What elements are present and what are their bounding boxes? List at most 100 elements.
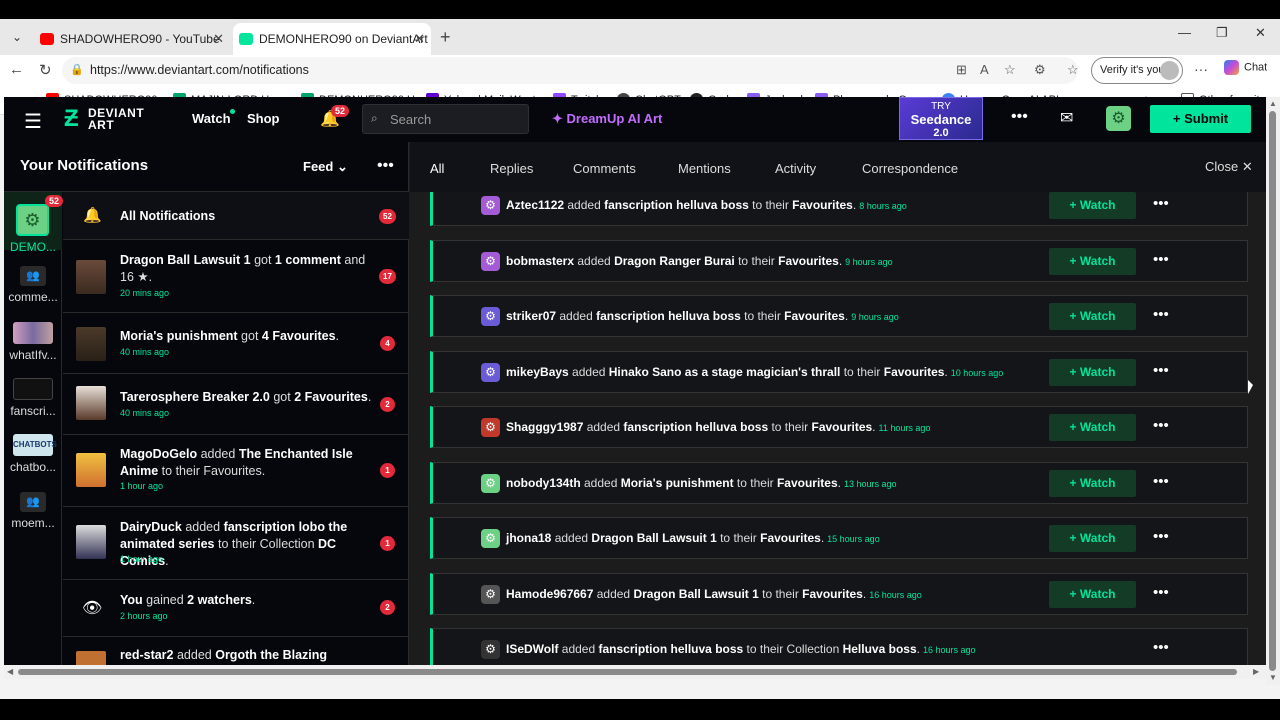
collection-link[interactable]: Favourites: [778, 254, 839, 268]
browser-menu-icon[interactable]: ···: [1194, 61, 1208, 77]
favorites-icon[interactable]: ☆: [1067, 62, 1079, 78]
rail-item-comments[interactable]: 👥 comme...: [4, 266, 62, 304]
list-item[interactable]: Tarerosphere Breaker 2.0 got 2 Favourite…: [63, 374, 409, 435]
list-item-all-notifications[interactable]: 🔔 All Notifications 52: [63, 192, 409, 240]
scroll-left-arrow[interactable]: ◀: [7, 667, 13, 676]
tab-deviantart[interactable]: DEMONHERO90 on DeviantArt ✕: [233, 23, 431, 55]
username-link[interactable]: striker07: [506, 309, 556, 323]
notification-card[interactable]: ⚙ striker07 added fanscription helluva bo…: [430, 295, 1248, 337]
site-info-icon[interactable]: 🔒: [70, 63, 84, 76]
more-options-icon[interactable]: •••: [377, 157, 394, 175]
tab-correspondence[interactable]: Correspondence: [862, 161, 958, 176]
read-aloud-icon[interactable]: A: [980, 62, 989, 77]
username-link[interactable]: Aztec1122: [506, 198, 564, 212]
collection-link[interactable]: Favourites: [760, 531, 821, 545]
shop-nav-link[interactable]: Shop: [247, 111, 280, 126]
username-link[interactable]: Hamode967667: [506, 587, 593, 601]
address-bar[interactable]: 🔒 https://www.deviantart.com/notificatio…: [62, 57, 1079, 84]
watch-button[interactable]: + Watch: [1049, 248, 1136, 275]
list-item[interactable]: Moria's punishment got 4 Favourites. 40 …: [63, 313, 409, 374]
submit-button[interactable]: + Submit: [1150, 105, 1251, 133]
more-options-icon[interactable]: •••: [1153, 417, 1169, 434]
tab-mentions[interactable]: Mentions: [678, 161, 731, 176]
close-window-button[interactable]: ✕: [1255, 25, 1266, 41]
horizontal-scrollbar[interactable]: ◀ ▶: [4, 665, 1266, 679]
username-link[interactable]: ISeDWolf: [506, 642, 558, 656]
notification-card[interactable]: ⚙ ISeDWolf added fanscription helluva bos…: [430, 628, 1248, 665]
user-avatar[interactable]: ⚙: [481, 307, 500, 326]
deviation-link[interactable]: Moria's punishment: [621, 476, 734, 490]
notification-card[interactable]: ⚙ Hamode967667 added Dragon Ball Lawsuit …: [430, 573, 1248, 615]
watch-nav-link[interactable]: Watch: [192, 111, 231, 126]
hamburger-menu-icon[interactable]: ☰: [24, 109, 42, 134]
vertical-scrollbar[interactable]: ▲ ▼: [1266, 97, 1280, 685]
deviation-link[interactable]: Dragon Ranger Burai: [614, 254, 735, 268]
deviation-link[interactable]: Hinako Sano as a stage magician's thrall: [609, 365, 841, 379]
deviation-link[interactable]: fanscription helluva boss: [596, 309, 741, 323]
collection-link[interactable]: Favourites: [784, 309, 845, 323]
watch-button[interactable]: + Watch: [1049, 359, 1136, 386]
deviantart-logo[interactable]: Ƶ DEVIANT ART: [64, 106, 154, 132]
more-options-icon[interactable]: •••: [1153, 639, 1169, 656]
dreamup-link[interactable]: ✦ DreamUp AI Art: [552, 111, 662, 127]
feed-dropdown[interactable]: Feed ⌄: [303, 159, 348, 175]
user-avatar[interactable]: ⚙: [481, 585, 500, 604]
profile-verify-button[interactable]: Verify it's you: [1091, 57, 1183, 84]
more-menu-icon[interactable]: •••: [1011, 108, 1028, 126]
close-tab-icon[interactable]: ✕: [414, 23, 425, 55]
mail-icon[interactable]: ✉: [1060, 108, 1073, 128]
more-options-icon[interactable]: •••: [1153, 528, 1169, 545]
scrollbar-thumb[interactable]: [18, 669, 1237, 675]
more-options-icon[interactable]: •••: [1153, 306, 1169, 323]
watch-button[interactable]: + Watch: [1049, 525, 1136, 552]
more-options-icon[interactable]: •••: [1153, 195, 1169, 212]
seedance-promo-banner[interactable]: TRY Seedance 2.0: [899, 97, 983, 140]
collection-link[interactable]: Helluva boss: [843, 642, 917, 656]
rail-item-fanscription[interactable]: fanscri...: [4, 378, 62, 418]
list-item[interactable]: Dragon Ball Lawsuit 1 got 1 comment and …: [63, 240, 409, 313]
deviation-link[interactable]: Dragon Ball Lawsuit 1: [591, 531, 716, 545]
extensions-icon[interactable]: ⚙: [1034, 62, 1046, 78]
username-link[interactable]: jhona18: [506, 531, 551, 545]
more-options-icon[interactable]: •••: [1153, 473, 1169, 490]
deviation-link[interactable]: fanscription helluva boss: [599, 642, 744, 656]
rail-item-moem[interactable]: 👥 moem...: [4, 492, 62, 530]
user-avatar[interactable]: ⚙: [1106, 106, 1131, 131]
minimize-button[interactable]: —: [1178, 25, 1191, 40]
watch-button[interactable]: + Watch: [1049, 303, 1136, 330]
notification-card[interactable]: ⚙ bobmasterx added Dragon Ranger Burai to…: [430, 240, 1248, 282]
user-avatar[interactable]: ⚙: [481, 474, 500, 493]
new-tab-button[interactable]: +: [440, 27, 451, 47]
user-avatar[interactable]: ⚙: [481, 529, 500, 548]
notification-card[interactable]: ⚙ jhona18 added Dragon Ball Lawsuit 1 to …: [430, 517, 1248, 559]
scrollbar-thumb[interactable]: [1269, 111, 1276, 671]
scroll-right-arrow[interactable]: ▶: [1253, 667, 1259, 676]
deviation-link[interactable]: fanscription helluva boss: [623, 420, 768, 434]
deviation-link[interactable]: fanscription helluva boss: [604, 198, 749, 212]
notification-card[interactable]: ⚙ Aztec1122 added fanscription helluva bo…: [430, 192, 1248, 226]
user-avatar[interactable]: ⚙: [481, 196, 500, 215]
rail-item-demonhero[interactable]: ⚙ 52 DEMO...: [4, 192, 64, 254]
notification-card[interactable]: ⚙ Shagggy1987 added fanscription helluva …: [430, 406, 1248, 448]
back-button[interactable]: ←: [9, 61, 24, 78]
user-avatar[interactable]: ⚙: [481, 640, 500, 659]
username-link[interactable]: Shagggy1987: [506, 420, 583, 434]
notification-card[interactable]: ⚙ mikeyBays added Hinako Sano as a stage …: [430, 351, 1248, 393]
more-options-icon[interactable]: •••: [1153, 362, 1169, 379]
tab-comments[interactable]: Comments: [573, 161, 636, 176]
watch-button[interactable]: + Watch: [1049, 414, 1136, 441]
list-item[interactable]: DairyDuck added fanscription lobo the an…: [63, 507, 409, 580]
close-tab-icon[interactable]: ✕: [213, 23, 224, 55]
favorite-star-icon[interactable]: ☆: [1004, 62, 1016, 78]
more-options-icon[interactable]: •••: [1153, 584, 1169, 601]
restore-button[interactable]: ❐: [1216, 25, 1228, 41]
rail-item-whatif[interactable]: whatIfv...: [4, 322, 62, 362]
notification-card[interactable]: ⚙ nobody134th added Moria's punishment to…: [430, 462, 1248, 504]
url-text[interactable]: https://www.deviantart.com/notifications: [90, 63, 309, 77]
app-available-icon[interactable]: ⊞: [956, 62, 967, 78]
user-avatar[interactable]: ⚙: [481, 418, 500, 437]
watch-button[interactable]: + Watch: [1049, 470, 1136, 497]
scroll-down-arrow[interactable]: ▼: [1269, 673, 1277, 682]
more-options-icon[interactable]: •••: [1153, 251, 1169, 268]
close-button[interactable]: Close ✕: [1205, 159, 1253, 175]
